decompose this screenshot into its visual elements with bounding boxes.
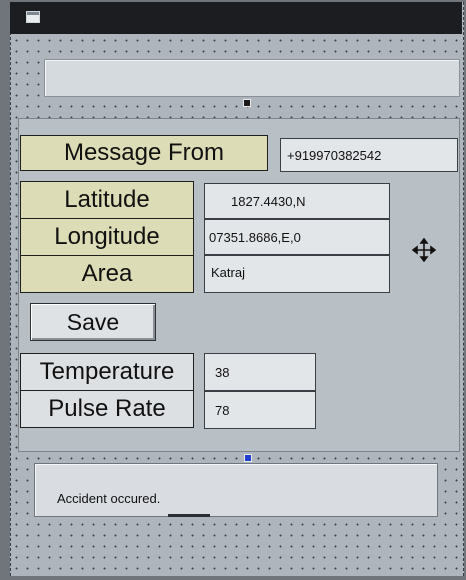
temperature-value-text: 38	[215, 364, 230, 380]
resize-handle-icon[interactable]	[243, 99, 251, 107]
temperature-label-text: Temperature	[39, 358, 175, 385]
status-message-text: Accident occured.	[57, 491, 161, 506]
pulse-rate-label: Pulse Rate	[20, 390, 194, 428]
form-titlebar[interactable]	[10, 2, 462, 34]
longitude-value[interactable]: 07351.8686,E,0	[204, 219, 390, 255]
save-button[interactable]: Save	[30, 303, 156, 341]
latitude-value-text: 1827.4430,N	[231, 193, 306, 209]
top-textbox[interactable]	[44, 59, 460, 97]
area-value[interactable]: Katraj	[204, 255, 390, 293]
temperature-label: Temperature	[20, 353, 194, 391]
longitude-label: Longitude	[20, 218, 194, 256]
pulse-rate-value-text: 78	[215, 402, 230, 418]
temperature-value[interactable]: 38	[204, 353, 316, 391]
longitude-label-text: Longitude	[54, 223, 160, 250]
area-value-text: Katraj	[211, 265, 245, 280]
message-from-label: Message From	[20, 135, 268, 171]
message-from-value-text: +919970382542	[287, 147, 382, 163]
resize-handle-icon[interactable]	[244, 454, 252, 462]
latitude-value[interactable]: 1827.4430,N	[204, 183, 390, 219]
area-label-text: Area	[81, 260, 133, 287]
message-from-value[interactable]: +919970382542	[280, 138, 458, 172]
status-message-box[interactable]: Accident occured.	[34, 463, 438, 517]
longitude-value-text: 07351.8686,E,0	[209, 229, 301, 245]
latitude-label-text: Latitude	[64, 186, 150, 213]
pulse-rate-value[interactable]: 78	[204, 391, 316, 429]
cursor-underline	[168, 514, 210, 517]
message-from-label-text: Message From	[63, 139, 225, 166]
area-label: Area	[20, 255, 194, 293]
form-window-icon	[26, 11, 40, 23]
move-icon[interactable]	[412, 238, 436, 262]
latitude-label: Latitude	[20, 181, 194, 219]
pulse-rate-label-text: Pulse Rate	[48, 395, 166, 422]
